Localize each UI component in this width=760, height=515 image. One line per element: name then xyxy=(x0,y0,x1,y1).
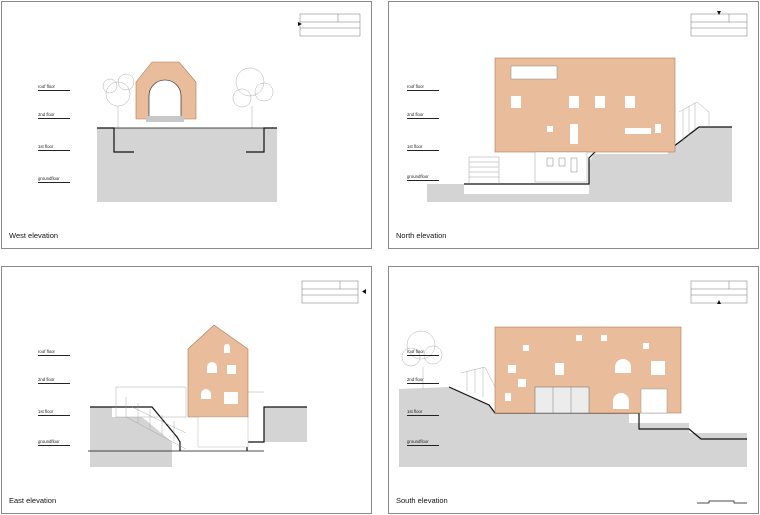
title-block xyxy=(690,280,748,304)
level-ground-label: groundfloor xyxy=(407,174,439,181)
sheet-title: North elevation xyxy=(396,231,447,240)
east-elevation-drawing xyxy=(88,280,366,467)
level-1st-label: 1st floor xyxy=(38,409,70,416)
level-2nd-label: 2nd floor xyxy=(38,377,70,384)
level-1st-label: 1st floor xyxy=(407,144,439,151)
level-roof-label: roof floor xyxy=(38,349,70,356)
north-elevation-sheet: roof floor 2nd floor 1st floor groundflo… xyxy=(388,1,759,249)
level-1st-label: 1st floor xyxy=(38,144,70,151)
house-facade xyxy=(187,324,249,418)
level-roof-label: roof floor xyxy=(407,349,439,356)
tree-right xyxy=(232,67,274,128)
level-ground-label: groundfloor xyxy=(38,176,70,183)
scale-bar xyxy=(697,500,747,504)
level-1st-label: 1st floor xyxy=(407,409,439,416)
level-ground-label: groundfloor xyxy=(38,439,70,446)
level-2nd-label: 2nd floor xyxy=(407,377,439,384)
railing xyxy=(460,366,496,397)
glazed-doors xyxy=(534,386,590,414)
north-arrow-icon xyxy=(717,300,721,304)
stair xyxy=(468,156,500,184)
roof-window xyxy=(510,65,558,80)
level-2nd-label: 2nd floor xyxy=(407,112,439,119)
level-roof-label: roof floor xyxy=(38,84,70,91)
north-arrow-icon xyxy=(717,11,721,15)
sheet-title: South elevation xyxy=(396,496,448,505)
level-roof-label: roof floor xyxy=(407,84,439,91)
west-elevation-sheet: roof floor 2nd floor 1st floor groundflo… xyxy=(1,1,372,249)
title-block xyxy=(299,13,361,37)
sheet-title: East elevation xyxy=(9,496,57,505)
north-elevation-drawing xyxy=(427,11,748,202)
ground-section xyxy=(97,128,277,202)
south-elevation-sheet: roof floor 2nd floor 1st floor groundflo… xyxy=(388,266,759,514)
south-elevation-drawing xyxy=(399,280,748,504)
north-arrow-icon xyxy=(362,289,366,294)
title-block xyxy=(301,280,359,304)
tree-left xyxy=(102,73,135,128)
west-elevation-drawing xyxy=(97,13,361,202)
title-block xyxy=(690,13,748,37)
east-elevation-sheet: roof floor 2nd floor 1st floor groundflo… xyxy=(1,266,372,514)
level-2nd-label: 2nd floor xyxy=(38,112,70,119)
level-ground-label: groundfloor xyxy=(407,439,439,446)
sheet-title: West elevation xyxy=(9,231,59,240)
arched-opening xyxy=(148,79,182,120)
